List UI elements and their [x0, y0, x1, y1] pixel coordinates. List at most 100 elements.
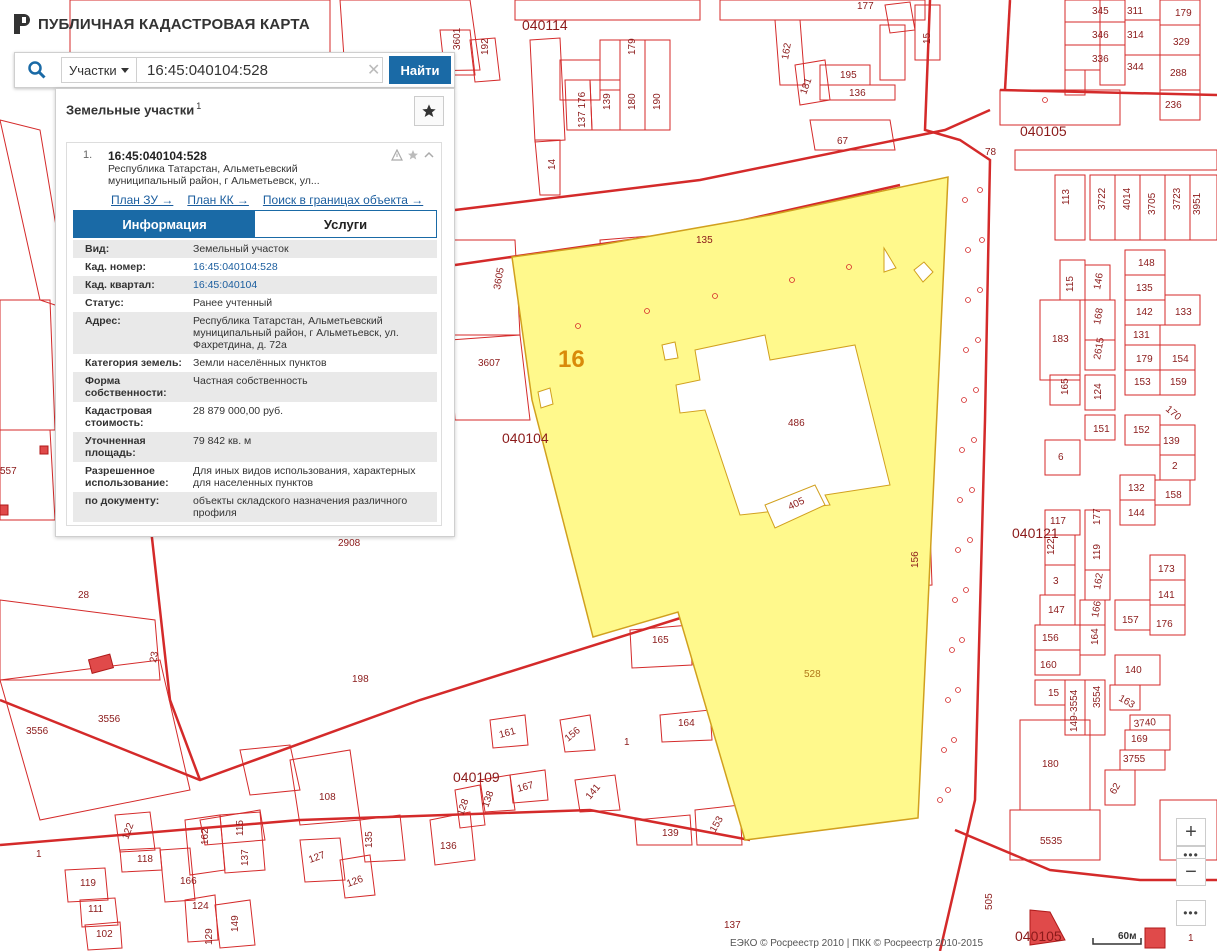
- svg-text:3951: 3951: [1192, 192, 1203, 215]
- svg-text:148: 148: [1138, 258, 1155, 269]
- svg-text:173: 173: [1158, 564, 1175, 575]
- result-cadastral-number[interactable]: 16:45:040104:528: [108, 149, 207, 163]
- svg-text:3605: 3605: [492, 266, 507, 290]
- svg-text:136: 136: [849, 88, 866, 99]
- svg-text:1: 1: [36, 849, 42, 860]
- info-value: Земельный участок: [193, 243, 289, 255]
- info-label: Вид:: [85, 243, 110, 255]
- svg-text:149-3554: 149-3554: [1069, 689, 1080, 732]
- info-table: Вид: Земельный участок Кад. номер: 16:45…: [73, 240, 437, 522]
- results-panel: Земельные участки 1 1. 16:45:040104:528 Р…: [55, 88, 455, 537]
- svg-text:040121: 040121: [1012, 525, 1059, 541]
- tab-information[interactable]: Информация: [74, 211, 255, 237]
- scale-label: 60м: [1118, 931, 1137, 942]
- svg-text:345: 345: [1092, 6, 1109, 17]
- svg-text:3554: 3554: [1092, 685, 1103, 708]
- svg-text:2908: 2908: [338, 538, 361, 549]
- svg-text:176: 176: [1156, 619, 1173, 630]
- warning-icon[interactable]: [391, 149, 403, 161]
- svg-text:118: 118: [137, 854, 153, 865]
- tab-services[interactable]: Услуги: [255, 211, 436, 237]
- svg-text:486: 486: [788, 418, 805, 429]
- svg-text:28: 28: [78, 590, 90, 601]
- svg-text:329: 329: [1173, 37, 1190, 48]
- svg-text:3723: 3723: [1172, 187, 1183, 210]
- search-bar: Участки ✕ Найти: [14, 52, 455, 88]
- svg-text:156: 156: [910, 551, 921, 568]
- svg-text:162: 162: [780, 42, 794, 61]
- map-tools-button[interactable]: •••: [1176, 900, 1206, 926]
- svg-text:126: 126: [345, 874, 365, 890]
- svg-text:135: 135: [364, 831, 375, 848]
- svg-text:131: 131: [1133, 330, 1150, 341]
- svg-text:6: 6: [1058, 452, 1064, 463]
- svg-text:165: 165: [1060, 378, 1071, 395]
- info-value-link[interactable]: 16:45:040104: [193, 279, 437, 291]
- svg-text:147: 147: [1048, 605, 1065, 616]
- svg-text:137: 137: [724, 920, 741, 931]
- info-label: Разрешенное использование:: [85, 465, 169, 489]
- svg-text:311: 311: [1127, 6, 1143, 17]
- svg-text:122: 122: [120, 821, 136, 841]
- svg-text:3722: 3722: [1097, 187, 1108, 210]
- svg-text:136: 136: [440, 841, 457, 852]
- svg-text:159: 159: [1170, 377, 1187, 388]
- zoom-in-button[interactable]: +: [1176, 818, 1206, 846]
- plan-kk-link[interactable]: План КК →: [187, 193, 249, 207]
- search-type-select[interactable]: Участки: [61, 57, 137, 83]
- search-input[interactable]: [137, 57, 383, 83]
- svg-text:108: 108: [319, 792, 336, 803]
- svg-text:177: 177: [857, 1, 874, 12]
- result-address: Республика Татарстан, Альметьевский муни…: [108, 163, 320, 187]
- zoom-out-button[interactable]: −: [1176, 858, 1206, 886]
- svg-text:161: 161: [498, 726, 517, 741]
- svg-text:3: 3: [1053, 576, 1059, 587]
- favorites-button[interactable]: [414, 96, 444, 126]
- svg-text:119: 119: [80, 878, 96, 889]
- svg-text:288: 288: [1170, 68, 1187, 79]
- info-row: Кадастровая стоимость: 28 879 000,00 руб…: [73, 402, 437, 432]
- svg-text:177: 177: [1092, 508, 1103, 525]
- svg-text:179: 179: [627, 38, 638, 55]
- info-value: Земли населённых пунктов: [193, 357, 327, 369]
- selected-parcel-label: 16: [558, 346, 585, 373]
- svg-text:153: 153: [708, 814, 726, 834]
- svg-text:5535: 5535: [1040, 836, 1063, 847]
- svg-text:040105: 040105: [1020, 123, 1067, 139]
- find-button[interactable]: Найти: [389, 56, 451, 84]
- search-in-bounds-link[interactable]: Поиск в границах объекта →: [263, 193, 423, 207]
- search-icon[interactable]: [15, 53, 59, 87]
- info-value: Для иных видов использования, характерны…: [193, 465, 416, 489]
- result-index: 1.: [83, 149, 93, 161]
- result-card[interactable]: 1. 16:45:040104:528 Республика Татарстан…: [66, 142, 442, 526]
- svg-text:195: 195: [840, 70, 857, 81]
- star-icon: [422, 104, 436, 117]
- svg-text:166: 166: [1090, 600, 1104, 619]
- plan-zu-link[interactable]: План ЗУ →: [111, 193, 173, 207]
- star-icon[interactable]: [407, 149, 419, 161]
- svg-text:3740: 3740: [1133, 717, 1157, 730]
- svg-text:040114: 040114: [522, 17, 568, 33]
- svg-text:154: 154: [1172, 354, 1189, 365]
- svg-text:180: 180: [627, 93, 638, 110]
- clear-search-icon[interactable]: ✕: [367, 60, 380, 80]
- svg-text:4014: 4014: [1122, 187, 1133, 210]
- svg-text:557: 557: [0, 466, 17, 477]
- svg-text:3556: 3556: [26, 726, 49, 737]
- svg-text:192: 192: [480, 38, 491, 55]
- svg-text:3607: 3607: [478, 358, 501, 369]
- svg-text:314: 314: [1127, 30, 1144, 41]
- chevron-up-icon[interactable]: [423, 149, 435, 161]
- svg-text:164: 164: [1090, 628, 1101, 645]
- svg-text:133: 133: [1175, 307, 1192, 318]
- info-label: Кад. квартал:: [85, 279, 155, 291]
- info-label: по документу:: [85, 495, 160, 507]
- svg-text:346: 346: [1092, 30, 1109, 41]
- svg-text:163: 163: [1117, 693, 1137, 711]
- svg-text:129: 129: [204, 928, 215, 945]
- svg-text:138: 138: [480, 789, 496, 809]
- svg-text:190: 190: [652, 93, 663, 110]
- info-label: Кадастровая стоимость:: [85, 405, 152, 429]
- svg-text:115: 115: [1065, 276, 1076, 292]
- info-value-link[interactable]: 16:45:040104:528: [193, 261, 437, 273]
